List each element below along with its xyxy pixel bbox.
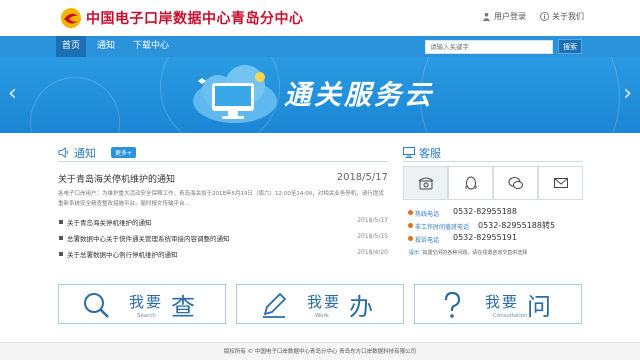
top-links: 用户登录 关于我们 (482, 11, 584, 22)
wechat-icon (508, 177, 523, 189)
banner-decoration (30, 77, 120, 133)
action-big-char: 查 (171, 293, 195, 321)
speaker-icon (58, 147, 68, 158)
work-action-button[interactable]: 我要 办 Work (236, 284, 404, 324)
notices-header: 通知 更多+ (58, 144, 388, 162)
footer: 版权所有 © 中国电子口岸数据中心青岛分中心 青岛东方口岸数据科技有限公司 (0, 342, 640, 360)
about-link[interactable]: 关于我们 (540, 11, 584, 22)
service-title: 客服 (419, 147, 441, 160)
tip-key: 提示: (409, 250, 421, 256)
headline-date: 2018/5/17 (336, 172, 388, 183)
monitor-icon (403, 147, 415, 158)
qq-tab[interactable] (448, 166, 493, 200)
phone-dot-icon (408, 210, 413, 215)
hotline-number: 0532-82955188转5 (478, 221, 556, 230)
nav-item-home[interactable]: 首页 (56, 36, 87, 57)
action-sub: Work (315, 313, 329, 319)
bullet-icon (59, 220, 63, 224)
list-item-date: 2018/5/17 (357, 217, 388, 224)
banner: 通关服务云 ‹ › (0, 57, 640, 133)
list-item[interactable]: 总署数据中心关于快件通关管理系统审接内容调整的通知 2018/5/15 (58, 233, 388, 249)
action-label: 我要 (129, 293, 164, 311)
chevron-left-icon[interactable]: ‹ (8, 81, 17, 106)
banner-title: 通关服务云 (284, 80, 434, 111)
list-item-date: 2018/5/15 (357, 233, 388, 240)
service-header: 客服 (403, 144, 583, 162)
notices-title: 通知 (74, 147, 96, 160)
action-sub: Search (137, 313, 156, 319)
wechat-tab[interactable] (493, 166, 538, 200)
list-item[interactable]: 关于青岛海关停机维护的通知 2018/5/17 (58, 217, 388, 233)
list-item-title: 总署数据中心关于快件通关管理系统审接内容调整的通知 (67, 235, 230, 243)
headline-title: 关于青岛海关停机维护的通知 (58, 175, 176, 185)
site-name[interactable]: 中国电子口岸数据中心青岛分中心 (86, 8, 304, 28)
list-item-title: 关于青岛海关停机维护的通知 (67, 219, 152, 227)
list-item-title: 关于总署数据中心例行停机维护的通知 (67, 251, 178, 259)
action-label: 我要 (307, 293, 342, 311)
notices-more-button[interactable]: 更多+ (111, 147, 137, 158)
action-big-char: 办 (349, 293, 373, 321)
hotline-label: 非工作时间值班电话 (415, 224, 470, 231)
telephone-icon (418, 177, 433, 190)
page: 中国电子口岸数据中心青岛分中心 用户登录 关于我们 首页 通知 下载中心 搜索 (0, 0, 640, 360)
hotline-label: 投诉电话 (415, 237, 440, 244)
search-input[interactable] (425, 40, 553, 54)
info-icon (540, 12, 549, 21)
hotline-number: 0532-82955191 (453, 233, 517, 242)
phone-dot-icon (408, 223, 413, 228)
bullet-icon (59, 252, 63, 256)
mail-icon (553, 178, 568, 188)
search-button[interactable]: 搜索 (558, 39, 582, 54)
question-icon (444, 291, 461, 318)
search-icon (84, 293, 109, 318)
hotline-item: 非工作时间值班电话 0532-82955188转5 (408, 220, 589, 233)
hotline-item: 投诉电话 0532-82955191 (408, 233, 589, 246)
notice-list: 关于青岛海关停机维护的通知 2018/5/17 总署数据中心关于快件通关管理系统… (58, 217, 388, 265)
hotline-label: 热线电话 (415, 211, 440, 218)
bullet-icon (59, 236, 63, 240)
login-link[interactable]: 用户登录 (482, 11, 526, 22)
headline-summary: 各电子口岸用户：为维护重大活动安全保障工作，青岛海关拟于2018年5月19日（周… (58, 191, 384, 207)
action-sub: Consultation (493, 313, 528, 319)
hotline-number: 0532-82955188 (453, 207, 517, 216)
search-action-button[interactable]: 我要 查 Search (58, 284, 226, 324)
phone-dot-icon (408, 236, 413, 241)
hotline-item: 热线电话 0532-82955188 (408, 207, 589, 220)
service-tip: 提示: 如遇空闲的各种问题，请在线邀咨询交直供选择 (409, 249, 527, 256)
action-label: 我要 (485, 293, 520, 311)
qq-icon (464, 176, 477, 190)
logo-icon (61, 8, 81, 28)
headline-notice[interactable]: 关于青岛海关停机维护的通知 2018/5/17 (58, 172, 388, 185)
mail-tab[interactable] (538, 166, 583, 200)
nav-item-notices[interactable]: 通知 (97, 36, 115, 57)
tip-text: 如遇空闲的各种问题，请在线邀咨询交直供选择 (422, 250, 528, 256)
about-link-label: 关于我们 (552, 12, 584, 21)
pencil-icon (263, 292, 287, 318)
hotline-list: 热线电话 0532-82955188 非工作时间值班电话 0532-829551… (408, 207, 589, 246)
consult-action-button[interactable]: 我要 问 Consultation (414, 284, 582, 324)
main-nav: 首页 通知 下载中心 搜索 (0, 36, 640, 57)
banner-decoration (420, 57, 620, 133)
phone-tab[interactable] (403, 166, 448, 200)
top-bar: 中国电子口岸数据中心青岛分中心 用户登录 关于我们 (0, 0, 640, 36)
list-item-date: 2018/4/20 (357, 249, 388, 256)
user-icon (482, 12, 491, 21)
chevron-right-icon[interactable]: › (623, 81, 632, 106)
login-link-label: 用户登录 (494, 12, 526, 21)
nav-item-downloads[interactable]: 下载中心 (133, 36, 169, 57)
cloud-computer-illustration (193, 65, 277, 123)
action-big-char: 问 (527, 293, 551, 321)
service-icon-row (403, 166, 583, 200)
list-item[interactable]: 关于总署数据中心例行停机维护的通知 2018/4/20 (58, 249, 388, 265)
